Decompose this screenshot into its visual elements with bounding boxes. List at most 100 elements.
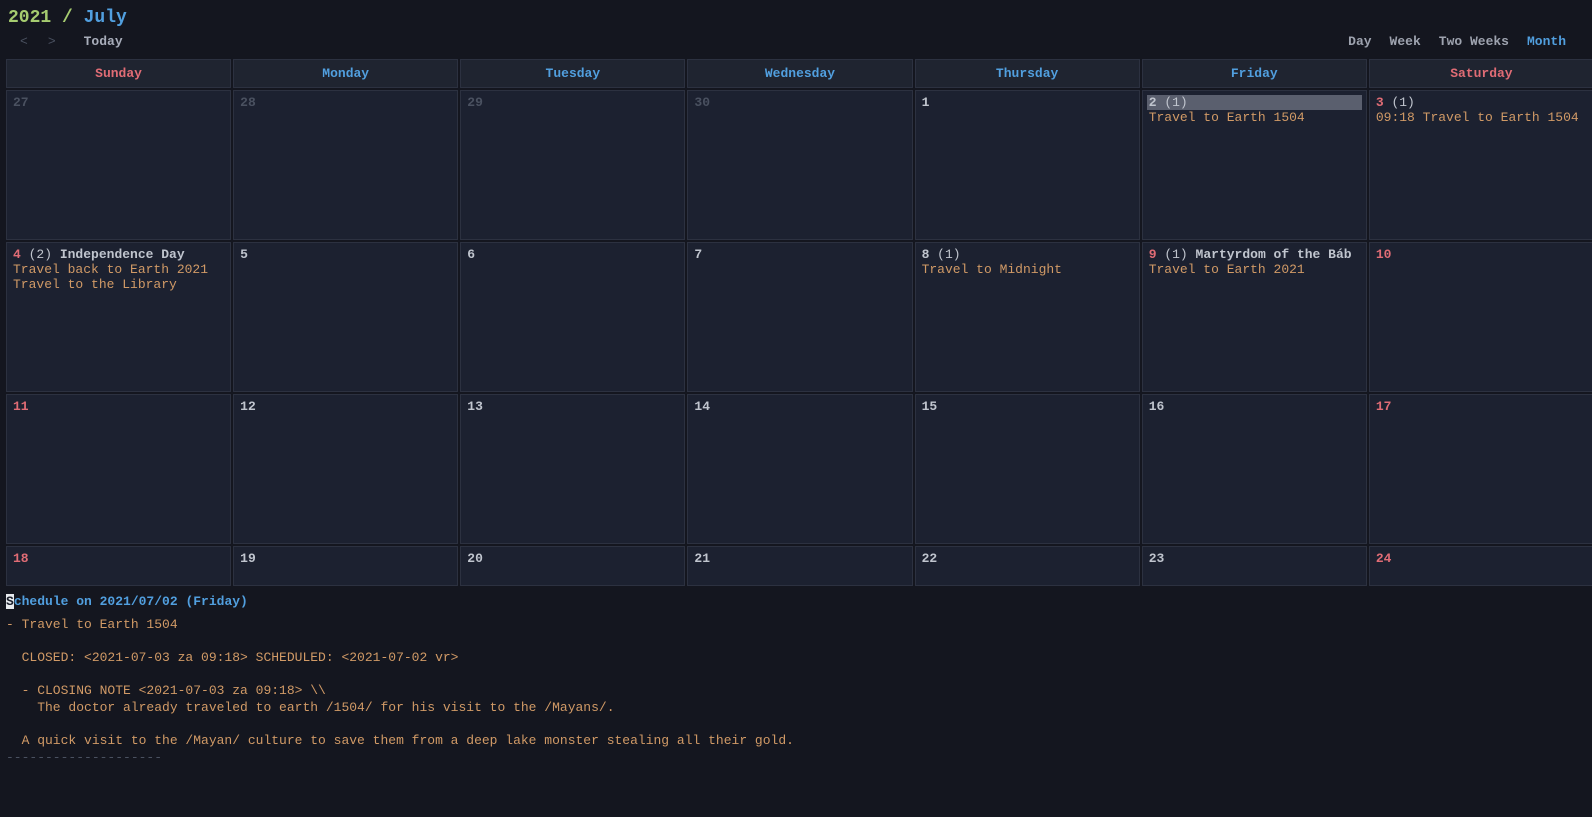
view-month[interactable]: Month bbox=[1527, 34, 1566, 49]
prev-button[interactable]: < bbox=[20, 34, 28, 49]
day-number: 22 bbox=[922, 551, 938, 566]
calendar-cell[interactable]: 1 bbox=[915, 90, 1140, 240]
schedule-title-rest: chedule on 2021/07/02 (Friday) bbox=[14, 594, 248, 609]
day-number: 1 bbox=[922, 95, 930, 110]
day-number: 6 bbox=[467, 247, 475, 262]
calendar-event[interactable]: Travel back to Earth 2021 bbox=[13, 262, 224, 277]
calendar-cell[interactable]: 21 bbox=[687, 546, 912, 586]
dow-tue: Tuesday bbox=[460, 59, 685, 88]
schedule-title: Schedule on 2021/07/02 (Friday) bbox=[6, 594, 1586, 611]
calendar-cell[interactable]: 10 bbox=[1369, 242, 1592, 392]
next-button[interactable]: > bbox=[48, 34, 56, 49]
calendar-row: 4 (2) Independence DayTravel back to Ear… bbox=[6, 242, 1592, 392]
dow-wed: Wednesday bbox=[687, 59, 912, 88]
day-number: 16 bbox=[1149, 399, 1165, 414]
day-number: 20 bbox=[467, 551, 483, 566]
calendar-cell[interactable]: 7 bbox=[687, 242, 912, 392]
day-number: 12 bbox=[240, 399, 256, 414]
calendar-cell[interactable]: 4 (2) Independence DayTravel back to Ear… bbox=[6, 242, 231, 392]
calendar-cell[interactable]: 12 bbox=[233, 394, 458, 544]
calendar-event[interactable]: 09:18 Travel to Earth 1504 bbox=[1376, 110, 1587, 125]
dow-mon: Monday bbox=[233, 59, 458, 88]
calendar-cell[interactable]: 18 bbox=[6, 546, 231, 586]
dow-sun: Sunday bbox=[6, 59, 231, 88]
calendar-event[interactable]: Travel to Earth 2021 bbox=[1149, 262, 1360, 277]
dow-sat: Saturday bbox=[1369, 59, 1592, 88]
calendar-cell[interactable]: 11 bbox=[6, 394, 231, 544]
day-number: 23 bbox=[1149, 551, 1165, 566]
day-number: 18 bbox=[13, 551, 29, 566]
calendar-cell[interactable]: 9 (1) Martyrdom of the BábTravel to Eart… bbox=[1142, 242, 1367, 392]
calendar-cell[interactable]: 28 bbox=[233, 90, 458, 240]
day-header: 22 bbox=[922, 551, 1133, 566]
today-button[interactable]: Today bbox=[84, 34, 123, 49]
view-switcher: Day Week Two Weeks Month bbox=[1348, 34, 1584, 49]
calendar-row: 27 28 29 30 1 2 (1)Travel to Earth 15043 (1)0… bbox=[6, 90, 1592, 240]
day-number: 27 bbox=[13, 95, 29, 110]
calendar-cell[interactable]: 2 (1)Travel to Earth 1504 bbox=[1142, 90, 1367, 240]
day-count: (2) bbox=[21, 247, 52, 262]
calendar-event[interactable]: Travel to Midnight bbox=[922, 262, 1133, 277]
day-holiday: Independence Day bbox=[52, 247, 185, 262]
title-sep: / bbox=[51, 8, 83, 28]
calendar-cell[interactable]: 6 bbox=[460, 242, 685, 392]
day-number: 21 bbox=[694, 551, 710, 566]
dow-thu: Thursday bbox=[915, 59, 1140, 88]
day-header: 4 (2) Independence Day bbox=[13, 247, 224, 262]
day-header: 6 bbox=[467, 247, 678, 262]
day-number: 3 bbox=[1376, 95, 1384, 110]
day-number: 28 bbox=[240, 95, 256, 110]
calendar-cell[interactable]: 5 bbox=[233, 242, 458, 392]
calendar-cell[interactable]: 27 bbox=[6, 90, 231, 240]
day-header: 20 bbox=[467, 551, 678, 566]
view-two-weeks[interactable]: Two Weeks bbox=[1439, 34, 1509, 49]
day-header: 15 bbox=[922, 399, 1133, 414]
title-year: 2021 bbox=[8, 8, 51, 28]
calendar-cell[interactable]: 29 bbox=[460, 90, 685, 240]
day-number: 17 bbox=[1376, 399, 1392, 414]
calendar-row: 11 12 13 14 15 16 17 bbox=[6, 394, 1592, 544]
day-number: 9 bbox=[1149, 247, 1157, 262]
day-number: 19 bbox=[240, 551, 256, 566]
day-number: 24 bbox=[1376, 551, 1392, 566]
nav-row: < > Today Day Week Two Weeks Month bbox=[8, 28, 1584, 57]
calendar-cell[interactable]: 14 bbox=[687, 394, 912, 544]
calendar-cell[interactable]: 8 (1)Travel to Midnight bbox=[915, 242, 1140, 392]
day-header: 9 (1) Martyrdom of the Báb bbox=[1149, 247, 1360, 262]
calendar-cell[interactable]: 22 bbox=[915, 546, 1140, 586]
calendar-event[interactable]: Travel to the Library bbox=[13, 277, 224, 292]
day-header: 14 bbox=[694, 399, 905, 414]
day-header: 19 bbox=[240, 551, 451, 566]
day-header: 21 bbox=[694, 551, 905, 566]
day-header: 30 bbox=[694, 95, 905, 110]
calendar-row: 18 19 20 21 22 23 24 bbox=[6, 546, 1592, 586]
day-number: 15 bbox=[922, 399, 938, 414]
day-number: 11 bbox=[13, 399, 29, 414]
calendar-cell[interactable]: 15 bbox=[915, 394, 1140, 544]
calendar-cell[interactable]: 13 bbox=[460, 394, 685, 544]
calendar-cell[interactable]: 17 bbox=[1369, 394, 1592, 544]
calendar-cell[interactable]: 16 bbox=[1142, 394, 1367, 544]
view-day[interactable]: Day bbox=[1348, 34, 1371, 49]
day-count: (1) bbox=[929, 247, 960, 262]
calendar-event[interactable]: Travel to Earth 1504 bbox=[1149, 110, 1360, 125]
calendar-cell[interactable]: 19 bbox=[233, 546, 458, 586]
calendar-cell[interactable]: 30 bbox=[687, 90, 912, 240]
day-header: 29 bbox=[467, 95, 678, 110]
day-number: 10 bbox=[1376, 247, 1392, 262]
calendar-title: 2021 / July bbox=[8, 8, 1584, 28]
day-count: (1) bbox=[1157, 247, 1188, 262]
day-header: 7 bbox=[694, 247, 905, 262]
day-header: 27 bbox=[13, 95, 224, 110]
day-number: 14 bbox=[694, 399, 710, 414]
day-header: 1 bbox=[922, 95, 1133, 110]
view-week[interactable]: Week bbox=[1390, 34, 1421, 49]
calendar-cell[interactable]: 3 (1)09:18 Travel to Earth 1504 bbox=[1369, 90, 1592, 240]
calendar-cell[interactable]: 24 bbox=[1369, 546, 1592, 586]
calendar-cell[interactable]: 20 bbox=[460, 546, 685, 586]
cursor-char: S bbox=[6, 594, 14, 609]
calendar-cell[interactable]: 23 bbox=[1142, 546, 1367, 586]
day-number: 30 bbox=[694, 95, 710, 110]
day-number: 7 bbox=[694, 247, 702, 262]
title-month: July bbox=[84, 8, 127, 28]
